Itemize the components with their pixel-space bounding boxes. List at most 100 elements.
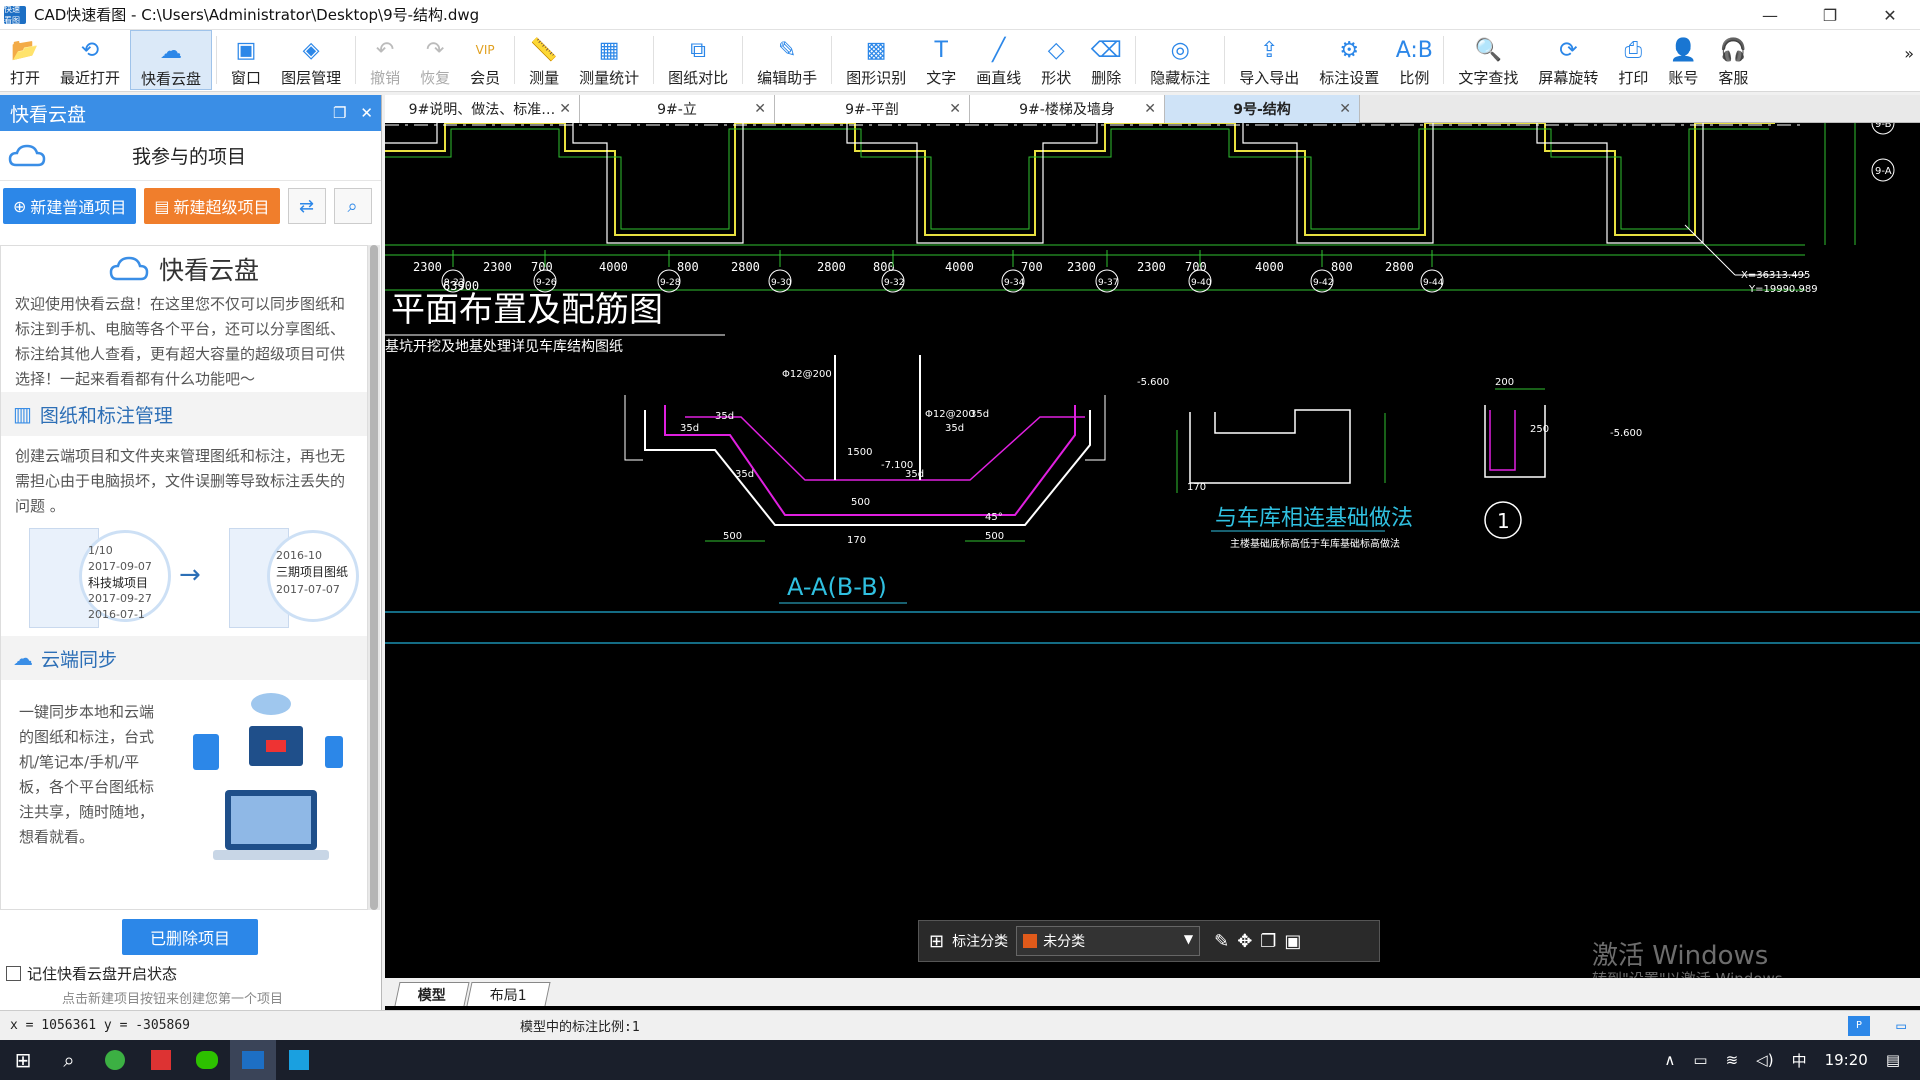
rotate-screen-icon: ⟳ [1559, 37, 1578, 63]
toolbar-rotate-screen-button[interactable]: ⟳ 屏幕旋转 [1528, 30, 1608, 90]
close-tab-icon[interactable]: ✕ [559, 101, 571, 117]
doc-tab[interactable]: 9#-平剖 ✕ [775, 95, 970, 123]
deleted-projects-button[interactable]: 已删除项目 [122, 919, 258, 955]
cad-taskbar-icon[interactable] [230, 1040, 276, 1080]
minimize-button[interactable]: — [1740, 0, 1800, 30]
sync-button[interactable]: ⇄ [287, 188, 326, 224]
toolbar-label: 会员 [470, 69, 501, 87]
layout-tab[interactable]: 模型 [394, 982, 470, 1006]
toolbar-more-button[interactable]: » [1904, 44, 1914, 63]
edit-icon[interactable]: ✎ [1214, 931, 1229, 952]
notification-icon[interactable]: ▤ [1886, 1051, 1900, 1069]
close-tab-icon[interactable]: ✕ [1144, 101, 1156, 117]
toolbar-line-button[interactable]: ╱ 画直线 [966, 30, 1031, 90]
new-super-project-button[interactable]: ▤ 新建超级项目 [144, 188, 280, 224]
toolbar-text-search-button[interactable]: 🔍 文字查找 [1448, 30, 1528, 90]
toolbar-measure-stats-button[interactable]: ▦ 测量统计 [569, 30, 649, 90]
search-icon[interactable]: ⌕ [46, 1040, 92, 1080]
close-button[interactable]: ✕ [1860, 0, 1920, 30]
toolbar-headset-button[interactable]: 🎧 客服 [1708, 30, 1758, 90]
wps-icon[interactable] [138, 1040, 184, 1080]
new-super-label: 新建超级项目 [173, 198, 270, 217]
copy-icon[interactable]: ❐ [1260, 931, 1276, 952]
redo-icon: ↷ [425, 37, 445, 63]
search-button[interactable]: ⌕ [333, 188, 372, 224]
project-header[interactable]: 我参与的项目 [0, 131, 381, 181]
toolbar-text-button[interactable]: T 文字 [916, 30, 966, 90]
remember-checkbox[interactable] [6, 966, 21, 981]
toolbar-compare-button[interactable]: ⧉ 图纸对比 [658, 30, 738, 90]
layout-tab[interactable]: 布局1 [466, 982, 551, 1006]
dimension-label: 2300 [413, 260, 442, 274]
toolbar-history-button[interactable]: ⟲ 最近打开 [50, 30, 130, 90]
chevron-up-icon[interactable]: ∧ [1664, 1051, 1675, 1069]
intro-title-text: 快看云盘 [158, 256, 259, 285]
volume-icon[interactable]: ◁) [1756, 1051, 1773, 1069]
float-panel-icon[interactable]: ❐ [333, 104, 346, 122]
pd-mode-icon[interactable]: P [1848, 1015, 1870, 1036]
annotation-scale: 模型中的标注比例:1 [520, 1020, 640, 1035]
fullscreen-icon[interactable]: ▭ [1896, 1016, 1906, 1035]
maximize-button[interactable]: ❐ [1800, 0, 1860, 30]
doc-tab[interactable]: 9#-立 ✕ [580, 95, 775, 123]
wall-outline-inner [385, 128, 1769, 230]
doc-tab[interactable]: 9#说明、做法、标准… ✕ [385, 95, 580, 123]
ime-indicator[interactable]: 中 [1792, 1050, 1807, 1071]
doc-tab-label: 9#-平剖 [845, 102, 899, 118]
wechat-icon[interactable] [184, 1040, 230, 1080]
toolbar-print-button[interactable]: ⎙ 打印 [1608, 30, 1658, 90]
toolbar-layers-button[interactable]: ◈ 图层管理 [271, 30, 351, 90]
cloud-panel: 快看云盘 ❐ ✕ 我参与的项目 ⊕ 新建普通项目 ▤ 新建超级项目 ⇄ ⌕ 快看… [0, 95, 382, 1010]
intro-scroll-area[interactable]: 快看云盘 欢迎使用快看云盘！在这里您不仅可以同步图纸和标注到手机、电脑等各个平台… [0, 245, 368, 910]
move-icon[interactable]: ✥ [1237, 931, 1252, 952]
toolbar-label: 图层管理 [281, 69, 342, 87]
section-dimension: 200 [1495, 377, 1514, 388]
drawing-canvas[interactable]: 2300 2300 700 4000 800 2800 2800 800 4000 700 2300… [385, 95, 1920, 1010]
toolbar-undo-button[interactable]: ↶ 撤销 [360, 30, 410, 90]
toolbar-label: 文字查找 [1458, 69, 1519, 87]
grid-menu-icon[interactable]: ⊞ [929, 931, 944, 952]
panel-scrollbar[interactable] [368, 245, 380, 910]
toolbar-label: 画直线 [976, 69, 1022, 87]
cloud-icon: ☁ [160, 38, 183, 64]
scrollbar-thumb[interactable] [370, 245, 378, 910]
windows-start-icon[interactable]: ⊞ [0, 1040, 46, 1080]
rebar-note: 35d [905, 469, 924, 480]
toolbar-edit-assistant-button[interactable]: ✎ 编辑助手 [747, 30, 827, 90]
title-bar: 快速看图 CAD快速看图 - C:\Users\Administrator\De… [0, 0, 1920, 30]
toolbar-label: 账号 [1668, 69, 1699, 87]
browser-icon[interactable] [92, 1040, 138, 1080]
close-tab-icon[interactable]: ✕ [949, 101, 961, 117]
toolbar-shape-recognize-button[interactable]: ▩ 图形识别 [836, 30, 916, 90]
toolbar-redo-button[interactable]: ↷ 恢复 [410, 30, 460, 90]
cad-drawing[interactable]: 2300 2300 700 4000 800 2800 2800 800 4000 700 2300… [385, 95, 1920, 1010]
doc-tab[interactable]: 9#-楼梯及墙身 ✕ [970, 95, 1165, 123]
battery-icon[interactable]: ▭ [1693, 1051, 1707, 1069]
toolbar-separator [355, 36, 357, 84]
toolbar-hide-button[interactable]: ◎ 隐藏标注 [1140, 30, 1220, 90]
doc-tab[interactable]: 9号-结构 ✕ [1165, 95, 1360, 123]
toolbar-account-button[interactable]: 👤 账号 [1658, 30, 1708, 90]
toolbar-shape-button[interactable]: ◇ 形状 [1031, 30, 1081, 90]
paste-icon[interactable]: ▣ [1284, 931, 1301, 952]
new-normal-project-button[interactable]: ⊕ 新建普通项目 [3, 188, 137, 224]
toolbar-eraser-button[interactable]: ⌫ 删除 [1081, 30, 1131, 90]
annotation-category-select[interactable]: 未分类 ▼ [1016, 926, 1201, 956]
close-tab-icon[interactable]: ✕ [754, 101, 766, 117]
toolbar-import-export-button[interactable]: ⇪ 导入导出 [1229, 30, 1309, 90]
toolbar-settings-button[interactable]: ⚙ 标注设置 [1309, 30, 1389, 90]
toolbar-ruler-button[interactable]: 📏 测量 [519, 30, 569, 90]
close-tab-icon[interactable]: ✕ [1339, 101, 1351, 117]
toolbar-window-button[interactable]: ▣ 窗口 [221, 30, 271, 90]
toolbar-label: 文字 [926, 69, 957, 87]
clock[interactable]: 19:20 [1825, 1051, 1868, 1069]
toolbar-scale-button[interactable]: A:B 比例 [1389, 30, 1439, 90]
left-base-edge [624, 395, 643, 461]
toolbar-vip-button[interactable]: VIP 会员 [460, 30, 510, 90]
text-app-icon[interactable] [276, 1040, 322, 1080]
wifi-icon[interactable]: ≋ [1726, 1051, 1739, 1069]
section1-text: 创建云端项目和文件夹来管理图纸和标注，再也无需担心由于电脑损坏，文件误删等导致标… [15, 447, 346, 515]
toolbar-cloud-button[interactable]: ☁ 快看云盘 [130, 30, 213, 90]
close-panel-icon[interactable]: ✕ [360, 104, 373, 122]
toolbar-folder-open-button[interactable]: 📂 打开 [0, 30, 50, 90]
